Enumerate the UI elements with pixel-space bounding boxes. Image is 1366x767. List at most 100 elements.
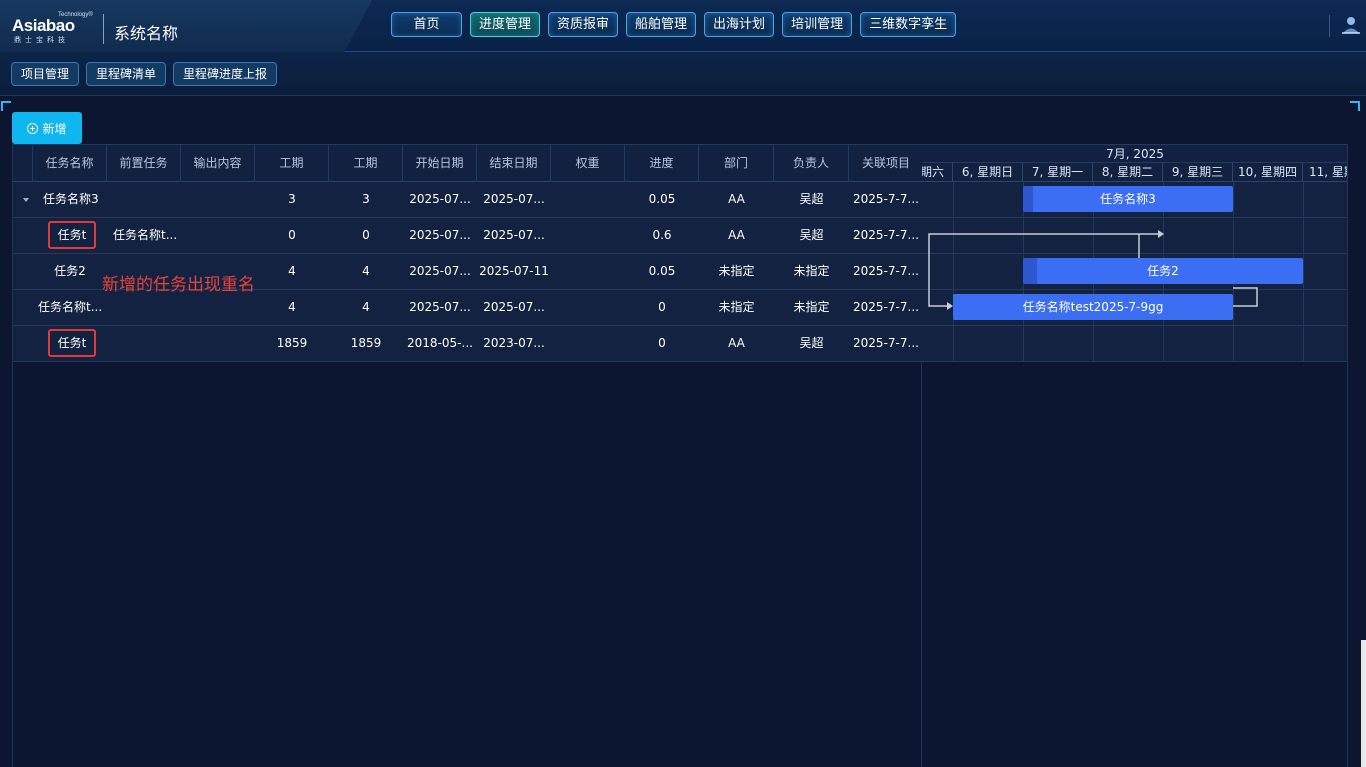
- cell-end-date: 2025-07...: [483, 192, 545, 206]
- header-task-name[interactable]: 任务名称: [33, 145, 107, 182]
- header-expand-col: [13, 145, 33, 182]
- gantt-day: 8, 星期二: [1093, 163, 1163, 181]
- expand-caret-icon[interactable]: [23, 198, 29, 202]
- cell-start-date: 2018-05-...: [407, 336, 473, 350]
- header-related-project[interactable]: 关联项目: [849, 145, 923, 182]
- cell-task-name: 任务名称3: [43, 192, 99, 206]
- nav-schedule[interactable]: 进度管理: [470, 12, 541, 37]
- cell-duration-2: 3: [362, 192, 370, 206]
- cell-duration: 4: [288, 264, 296, 278]
- cell-department: 未指定: [718, 264, 755, 278]
- cell-start-date: 2025-07...: [409, 300, 471, 314]
- header-end-date[interactable]: 结束日期: [477, 145, 551, 182]
- gantt-bar-label: 任务名称3: [1100, 192, 1156, 206]
- system-name: 系统名称: [114, 24, 179, 43]
- subnav-milestones[interactable]: 里程碑清单: [86, 62, 167, 86]
- gantt-bar-label: 任务名称test2025-7-9gg: [1022, 300, 1164, 314]
- table-row[interactable]: 任务t 1859 1859 2018-05-... 2023-07... 0 A…: [13, 326, 923, 362]
- gantt-bar[interactable]: 任务名称3: [1023, 186, 1233, 212]
- cell-related-project: 2025-7-7...: [853, 228, 919, 242]
- table-row[interactable]: 任务名称t... 4 4 2025-07... 2025-07... 0 未指定…: [13, 290, 923, 326]
- logo-wordmark: Asiabao: [12, 16, 75, 35]
- gantt-day: 9, 星期三: [1163, 163, 1233, 181]
- header-weight[interactable]: 权重: [551, 145, 625, 182]
- subnav-milestone-report[interactable]: 里程碑进度上报: [173, 62, 278, 86]
- cell-department: AA: [728, 228, 745, 242]
- company-logo: Asiabao Technology® 鼎士宝科技: [12, 12, 94, 44]
- logo-subtitle: 鼎士宝科技: [14, 36, 69, 44]
- nav-sea-plan[interactable]: 出海计划: [704, 12, 775, 37]
- gantt-month-header: 7月, 2025: [922, 144, 1347, 163]
- cell-end-date: 2025-07...: [483, 300, 545, 314]
- cell-duration-2: 4: [362, 300, 370, 314]
- sub-nav-bar: 项目管理 里程碑清单 里程碑进度上报: [0, 52, 1366, 96]
- main-panel: 新增 任务名称 前置任务 输出内容 工期 工期 开始日期 结束日期 权重 进度 …: [0, 100, 1366, 767]
- nav-home[interactable]: 首页: [391, 12, 462, 37]
- corner-decoration: [1350, 101, 1360, 111]
- user-avatar-icon[interactable]: [1340, 14, 1362, 36]
- gantt-grid-line: [1303, 182, 1304, 362]
- header-predecessor[interactable]: 前置任务: [107, 145, 181, 182]
- cell-owner: 吴超: [799, 228, 824, 242]
- task-grid: 任务名称 前置任务 输出内容 工期 工期 开始日期 结束日期 权重 进度 部门 …: [12, 144, 923, 767]
- table-row[interactable]: 任务名称3 3 3 2025-07... 2025-07... 0.05 AA …: [13, 182, 923, 218]
- subnav-projects[interactable]: 项目管理: [11, 62, 80, 86]
- corner-decoration: [1, 101, 11, 111]
- gantt-day-header: 期六 6, 星期日 7, 星期一 8, 星期二 9, 星期三 10, 星期四 1…: [922, 163, 1347, 182]
- cell-start-date: 2025-07...: [409, 192, 471, 206]
- cell-duration-2: 1859: [350, 336, 382, 350]
- cell-owner: 未指定: [793, 264, 830, 278]
- page-scrollbar[interactable]: [1361, 640, 1366, 767]
- cell-progress: 0.05: [648, 264, 676, 278]
- cell-duration: 4: [288, 300, 296, 314]
- cell-duration: 3: [288, 192, 296, 206]
- cell-owner: 未指定: [793, 300, 830, 314]
- nav-ships[interactable]: 船舶管理: [626, 12, 697, 37]
- cell-task-name: 任务t: [57, 336, 87, 350]
- header-department[interactable]: 部门: [699, 145, 774, 182]
- top-header: Asiabao Technology® 鼎士宝科技 系统名称 首页 进度管理 资…: [0, 0, 1366, 56]
- cell-predecessor: 任务名称t...: [113, 228, 178, 242]
- gantt-day: 6, 星期日: [953, 163, 1023, 181]
- cell-end-date: 2025-07...: [483, 228, 545, 242]
- gantt-grid-line: [953, 182, 954, 362]
- gantt-bar-label: 任务2: [1147, 264, 1179, 278]
- nav-training[interactable]: 培训管理: [782, 12, 853, 37]
- gantt-day: 7, 星期一: [1023, 163, 1093, 181]
- gantt-bar[interactable]: 任务名称test2025-7-9gg: [953, 294, 1233, 320]
- cell-end-date: 2023-07...: [483, 336, 545, 350]
- cell-progress: 0.6: [652, 228, 672, 242]
- header-start-date[interactable]: 开始日期: [403, 145, 477, 182]
- add-task-button[interactable]: 新增: [12, 112, 82, 144]
- gantt-chart: 7月, 2025 期六 6, 星期日 7, 星期一 8, 星期二 9, 星期三 …: [922, 144, 1348, 767]
- header-duration-2[interactable]: 工期: [329, 145, 403, 182]
- gantt-row: [922, 326, 1347, 362]
- cell-task-name: 任务2: [54, 264, 86, 278]
- cell-department: 未指定: [718, 300, 755, 314]
- nav-qualification[interactable]: 资质报审: [548, 12, 619, 37]
- cell-start-date: 2025-07...: [409, 228, 471, 242]
- plus-circle-icon: [27, 122, 39, 134]
- gantt-bar[interactable]: 任务2: [1023, 258, 1303, 284]
- cell-duration-2: 4: [362, 264, 370, 278]
- cell-related-project: 2025-7-7...: [853, 264, 919, 278]
- gantt-day: 期六: [922, 163, 953, 181]
- gantt-bar-progress: [1023, 186, 1033, 212]
- header-owner[interactable]: 负责人: [774, 145, 849, 182]
- sub-nav: 项目管理 里程碑清单 里程碑进度上报: [11, 62, 278, 86]
- cell-duration: 1859: [276, 336, 308, 350]
- table-row[interactable]: 任务t 任务名称t... 0 0 2025-07... 2025-07... 0…: [13, 218, 923, 254]
- cell-end-date: 2025-07-11: [479, 264, 549, 278]
- gantt-row: [922, 218, 1347, 254]
- nav-digital-twin[interactable]: 三维数字孪生: [860, 12, 957, 37]
- cell-progress: 0.05: [648, 192, 676, 206]
- cell-duration-2: 0: [362, 228, 370, 242]
- header-output[interactable]: 输出内容: [181, 145, 255, 182]
- cell-task-name: 任务名称t...: [38, 300, 103, 314]
- cell-owner: 吴超: [799, 192, 824, 206]
- logo-superscript: Technology®: [58, 12, 93, 18]
- header-duration[interactable]: 工期: [255, 145, 329, 182]
- gantt-bar-progress: [1023, 258, 1037, 284]
- header-progress[interactable]: 进度: [625, 145, 699, 182]
- cell-task-name: 任务t: [57, 228, 87, 242]
